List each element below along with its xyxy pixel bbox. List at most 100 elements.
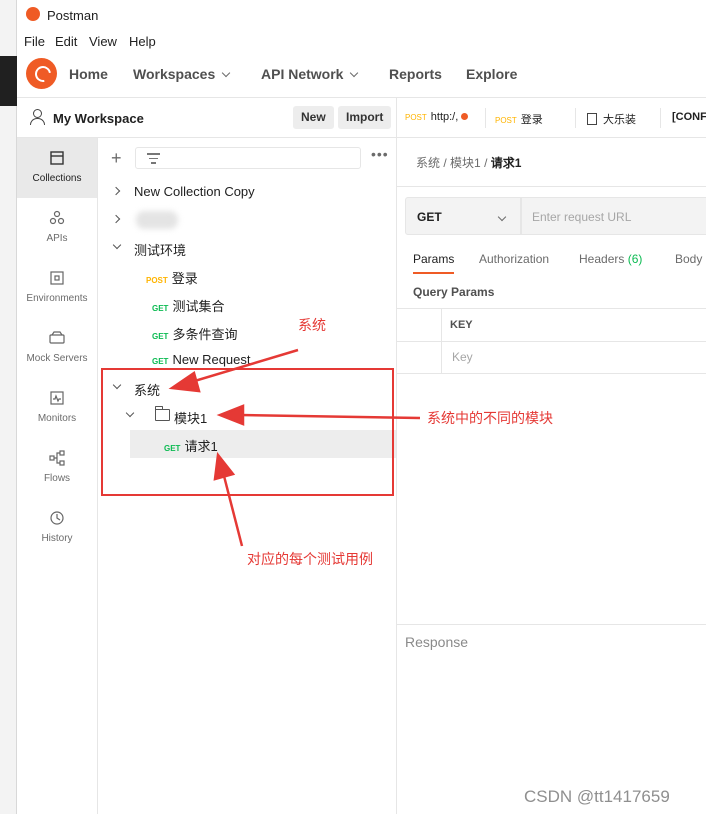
request-tabs-bar: POST http:/, POST 登录 大乐装 [CONF bbox=[397, 98, 706, 138]
nav-explore[interactable]: Explore bbox=[466, 66, 517, 82]
collections-icon bbox=[50, 151, 64, 165]
sidebar-item-collections[interactable]: Collections bbox=[17, 138, 97, 198]
request-item-test-set[interactable]: GET 测试集合 bbox=[98, 290, 396, 318]
apis-icon bbox=[49, 210, 65, 225]
sidebar-item-label: Environments bbox=[26, 293, 88, 304]
method-select[interactable]: GET bbox=[405, 197, 521, 235]
background-window-strip bbox=[0, 0, 17, 814]
sidebar-item-environments[interactable]: Environments bbox=[17, 258, 97, 318]
tree-label: GET New Request bbox=[152, 352, 251, 367]
chevron-down-icon bbox=[350, 68, 359, 78]
tab-params[interactable]: Params bbox=[413, 252, 455, 274]
chevron-down-icon bbox=[112, 240, 122, 250]
nav-reports[interactable]: Reports bbox=[389, 66, 442, 82]
nav-workspaces-label: Workspaces bbox=[133, 66, 216, 82]
postman-logo-icon[interactable] bbox=[26, 58, 57, 89]
workspace-name[interactable]: My Workspace bbox=[53, 111, 144, 126]
query-params-title: Query Params bbox=[413, 285, 495, 299]
sidebar-item-mock-servers[interactable]: Mock Servers bbox=[17, 318, 97, 378]
tab-headers[interactable]: Headers (6) bbox=[579, 252, 642, 266]
annotation-system: 系统 bbox=[298, 317, 326, 333]
nav-home-label: Home bbox=[69, 66, 108, 82]
watermark: CSDN @tt1417659 bbox=[524, 787, 670, 806]
method-badge: GET bbox=[152, 357, 169, 366]
chevron-right-icon bbox=[111, 214, 121, 224]
history-icon bbox=[50, 511, 64, 525]
collection-filter-input[interactable] bbox=[135, 147, 361, 169]
request-item-multi-query[interactable]: GET 多条件查询 bbox=[98, 318, 396, 346]
unsaved-dot-icon bbox=[461, 113, 469, 120]
tree-label: 测试环境 bbox=[134, 243, 187, 258]
chevron-right-icon bbox=[111, 186, 121, 196]
method-badge: POST bbox=[146, 276, 168, 285]
tab-separator bbox=[485, 108, 486, 128]
sidebar-item-flows[interactable]: Flows bbox=[17, 438, 97, 498]
tab-authorization[interactable]: Authorization bbox=[479, 252, 549, 266]
collection-test-env[interactable]: 测试环境 bbox=[98, 234, 396, 262]
annotation-cases: 对应的每个测试用例 bbox=[247, 551, 373, 567]
new-button[interactable]: New bbox=[293, 106, 334, 129]
tree-label: GET 测试集合 bbox=[152, 296, 224, 315]
sidebar-item-apis[interactable]: APIs bbox=[17, 198, 97, 258]
tab-conf[interactable]: [CONF bbox=[672, 111, 706, 123]
tab-separator bbox=[660, 108, 661, 128]
nav-api-network-label: API Network bbox=[261, 66, 344, 82]
window-title: Postman bbox=[47, 8, 99, 23]
param-tabs: Params Authorization Headers (6) Body bbox=[397, 248, 706, 276]
method-select-value: GET bbox=[417, 210, 442, 224]
left-sidebar: Collections APIs Environments Mock Serve… bbox=[17, 138, 98, 814]
sidebar-item-label: Flows bbox=[43, 473, 71, 484]
tree-label: New Collection Copy bbox=[134, 184, 255, 199]
annotation-modules: 系统中的不同的模块 bbox=[427, 410, 553, 426]
request-item-login[interactable]: POST 登录 bbox=[98, 262, 396, 290]
request-url-input[interactable]: Enter request URL bbox=[521, 197, 706, 235]
menu-edit[interactable]: Edit bbox=[55, 34, 77, 49]
method-badge: POST bbox=[495, 116, 517, 125]
collection-blurred[interactable] bbox=[98, 206, 396, 234]
workspace-bar: My Workspace New Import bbox=[17, 98, 397, 138]
tab-label: 登录 bbox=[520, 114, 543, 126]
mock-servers-icon bbox=[49, 331, 65, 344]
tab-body[interactable]: Body bbox=[675, 252, 702, 266]
nav-home[interactable]: Home bbox=[69, 66, 108, 82]
more-options-icon[interactable]: ••• bbox=[371, 147, 389, 161]
menu-view[interactable]: View bbox=[89, 34, 117, 49]
request-label: 登录 bbox=[171, 271, 198, 286]
flows-icon bbox=[49, 450, 65, 466]
monitors-icon bbox=[50, 391, 64, 405]
breadcrumb-module[interactable]: 模块1 bbox=[450, 156, 481, 170]
sidebar-item-label: Collections bbox=[32, 173, 82, 184]
tree-label: GET 多条件查询 bbox=[152, 324, 237, 343]
filter-icon bbox=[147, 153, 160, 167]
blurred-collection-name bbox=[136, 211, 178, 229]
tab-doc[interactable]: 大乐装 bbox=[587, 111, 636, 127]
menu-help[interactable]: Help bbox=[129, 34, 156, 49]
breadcrumb-request: 请求1 bbox=[490, 156, 522, 170]
response-pane: Response bbox=[397, 624, 706, 814]
nav-api-network[interactable]: API Network bbox=[261, 66, 359, 82]
nav-reports-label: Reports bbox=[389, 66, 442, 82]
add-collection-icon[interactable]: + bbox=[111, 148, 122, 169]
sidebar-item-history[interactable]: History bbox=[17, 498, 97, 558]
key-input[interactable]: Key bbox=[452, 350, 473, 364]
title-bar: Postman bbox=[17, 0, 706, 30]
tree-label: POST 登录 bbox=[146, 268, 198, 287]
nav-workspaces[interactable]: Workspaces bbox=[133, 66, 231, 82]
collection-new-collection-copy[interactable]: New Collection Copy bbox=[98, 178, 396, 206]
tab-post-login[interactable]: POST 登录 bbox=[495, 111, 543, 127]
request-label: New Request bbox=[172, 352, 251, 367]
breadcrumb: 系统 / 模块1 / 请求1 bbox=[416, 156, 522, 170]
response-label: Response bbox=[405, 634, 469, 650]
sidebar-item-monitors[interactable]: Monitors bbox=[17, 378, 97, 438]
breadcrumb-system[interactable]: 系统 bbox=[416, 156, 440, 170]
headers-count-badge: (6) bbox=[627, 252, 643, 266]
url-row: GET Enter request URL bbox=[397, 186, 706, 246]
query-params-table: KEY Key bbox=[397, 308, 706, 374]
menu-file[interactable]: File bbox=[24, 34, 45, 49]
import-button[interactable]: Import bbox=[338, 106, 392, 129]
nav-explore-label: Explore bbox=[466, 66, 518, 82]
chevron-down-icon bbox=[497, 212, 507, 222]
sidebar-item-label: APIs bbox=[46, 233, 68, 244]
method-badge: GET bbox=[152, 332, 169, 341]
tab-post-http[interactable]: POST http:/, bbox=[405, 111, 469, 123]
